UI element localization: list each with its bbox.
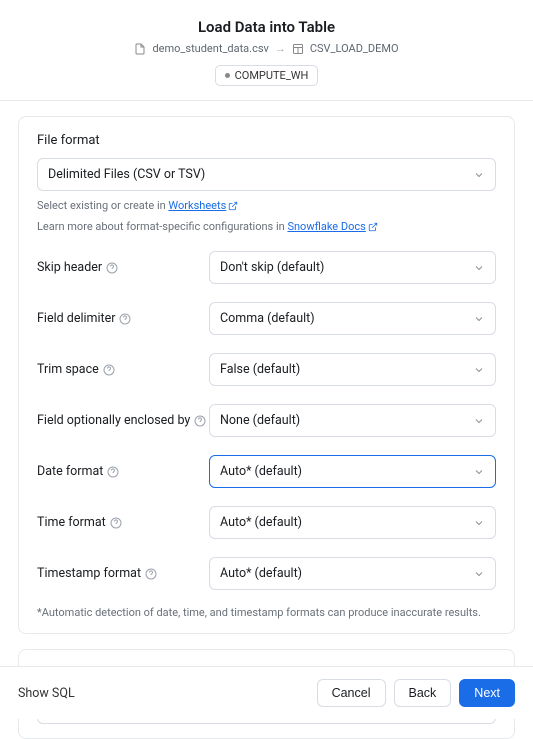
select-timestamp-format[interactable]: Auto* (default) xyxy=(209,557,496,590)
dialog-title: Load Data into Table xyxy=(20,18,513,36)
warehouse-chip[interactable]: COMPUTE_WH xyxy=(215,65,319,86)
select-skip-header[interactable]: Don't skip (default) xyxy=(209,251,496,284)
warehouse-chip-label: COMPUTE_WH xyxy=(235,69,309,82)
chevron-down-icon xyxy=(473,415,485,427)
select-optionally-enclosed[interactable]: None (default) xyxy=(209,404,496,437)
field-row-trim-space: Trim space False (default) xyxy=(37,353,496,386)
file-format-card: File format Delimited Files (CSV or TSV)… xyxy=(18,116,515,634)
chevron-down-icon xyxy=(473,568,485,580)
breadcrumb: demo_student_data.csv → CSV_LOAD_DEMO xyxy=(20,42,513,55)
chevron-down-icon xyxy=(473,517,485,529)
external-link-icon xyxy=(368,222,378,232)
label-optionally-enclosed: Field optionally enclosed by xyxy=(37,413,209,428)
chevron-down-icon xyxy=(473,313,485,325)
select-time-format[interactable]: Auto* (default) xyxy=(209,506,496,539)
field-row-timestamp-format: Timestamp format Auto* (default) xyxy=(37,557,496,590)
label-date-format: Date format xyxy=(37,464,209,479)
file-format-select[interactable]: Delimited Files (CSV or TSV) xyxy=(37,158,496,191)
info-icon[interactable] xyxy=(145,568,157,580)
arrow-right-icon: → xyxy=(275,42,286,55)
field-row-field-delimiter: Field delimiter Comma (default) xyxy=(37,302,496,335)
file-format-title: File format xyxy=(37,133,496,148)
info-icon[interactable] xyxy=(119,313,131,325)
info-icon[interactable] xyxy=(106,262,118,274)
select-field-delimiter[interactable]: Comma (default) xyxy=(209,302,496,335)
dialog-footer: Show SQL Cancel Back Next xyxy=(0,666,533,719)
info-icon[interactable] xyxy=(194,415,206,427)
status-dot-icon xyxy=(225,73,230,78)
dialog-header: Load Data into Table demo_student_data.c… xyxy=(0,0,533,96)
chevron-down-icon xyxy=(473,364,485,376)
show-sql-link[interactable]: Show SQL xyxy=(18,686,75,701)
info-icon[interactable] xyxy=(110,517,122,529)
label-trim-space: Trim space xyxy=(37,362,209,377)
chevron-down-icon xyxy=(473,169,485,181)
label-skip-header: Skip header xyxy=(37,260,209,275)
cancel-button[interactable]: Cancel xyxy=(317,679,386,707)
chevron-down-icon xyxy=(473,466,485,478)
chevron-down-icon xyxy=(473,262,485,274)
field-row-optionally-enclosed: Field optionally enclosed by None (defau… xyxy=(37,404,496,437)
select-trim-space[interactable]: False (default) xyxy=(209,353,496,386)
select-date-format[interactable]: Auto* (default) xyxy=(209,455,496,488)
breadcrumb-file: demo_student_data.csv xyxy=(152,42,268,55)
info-icon[interactable] xyxy=(103,364,115,376)
auto-detection-footnote: *Automatic detection of date, time, and … xyxy=(37,606,496,619)
label-field-delimiter: Field delimiter xyxy=(37,311,209,326)
header-divider xyxy=(0,100,533,101)
back-button[interactable]: Back xyxy=(394,679,452,707)
help-line-worksheets: Select existing or create in Worksheets xyxy=(37,199,496,212)
field-row-skip-header: Skip header Don't skip (default) xyxy=(37,251,496,284)
table-icon xyxy=(292,43,304,55)
info-icon[interactable] xyxy=(107,466,119,478)
label-time-format: Time format xyxy=(37,515,209,530)
breadcrumb-table: CSV_LOAD_DEMO xyxy=(310,42,399,55)
next-button[interactable]: Next xyxy=(459,679,515,707)
file-icon xyxy=(134,43,146,55)
field-row-date-format: Date format Auto* (default) xyxy=(37,455,496,488)
field-row-time-format: Time format Auto* (default) xyxy=(37,506,496,539)
file-format-select-value: Delimited Files (CSV or TSV) xyxy=(48,167,205,182)
worksheets-link[interactable]: Worksheets xyxy=(168,199,226,212)
help-line-docs: Learn more about format-specific configu… xyxy=(37,220,496,233)
label-timestamp-format: Timestamp format xyxy=(37,566,209,581)
external-link-icon xyxy=(228,201,238,211)
docs-link[interactable]: Snowflake Docs xyxy=(287,220,365,233)
